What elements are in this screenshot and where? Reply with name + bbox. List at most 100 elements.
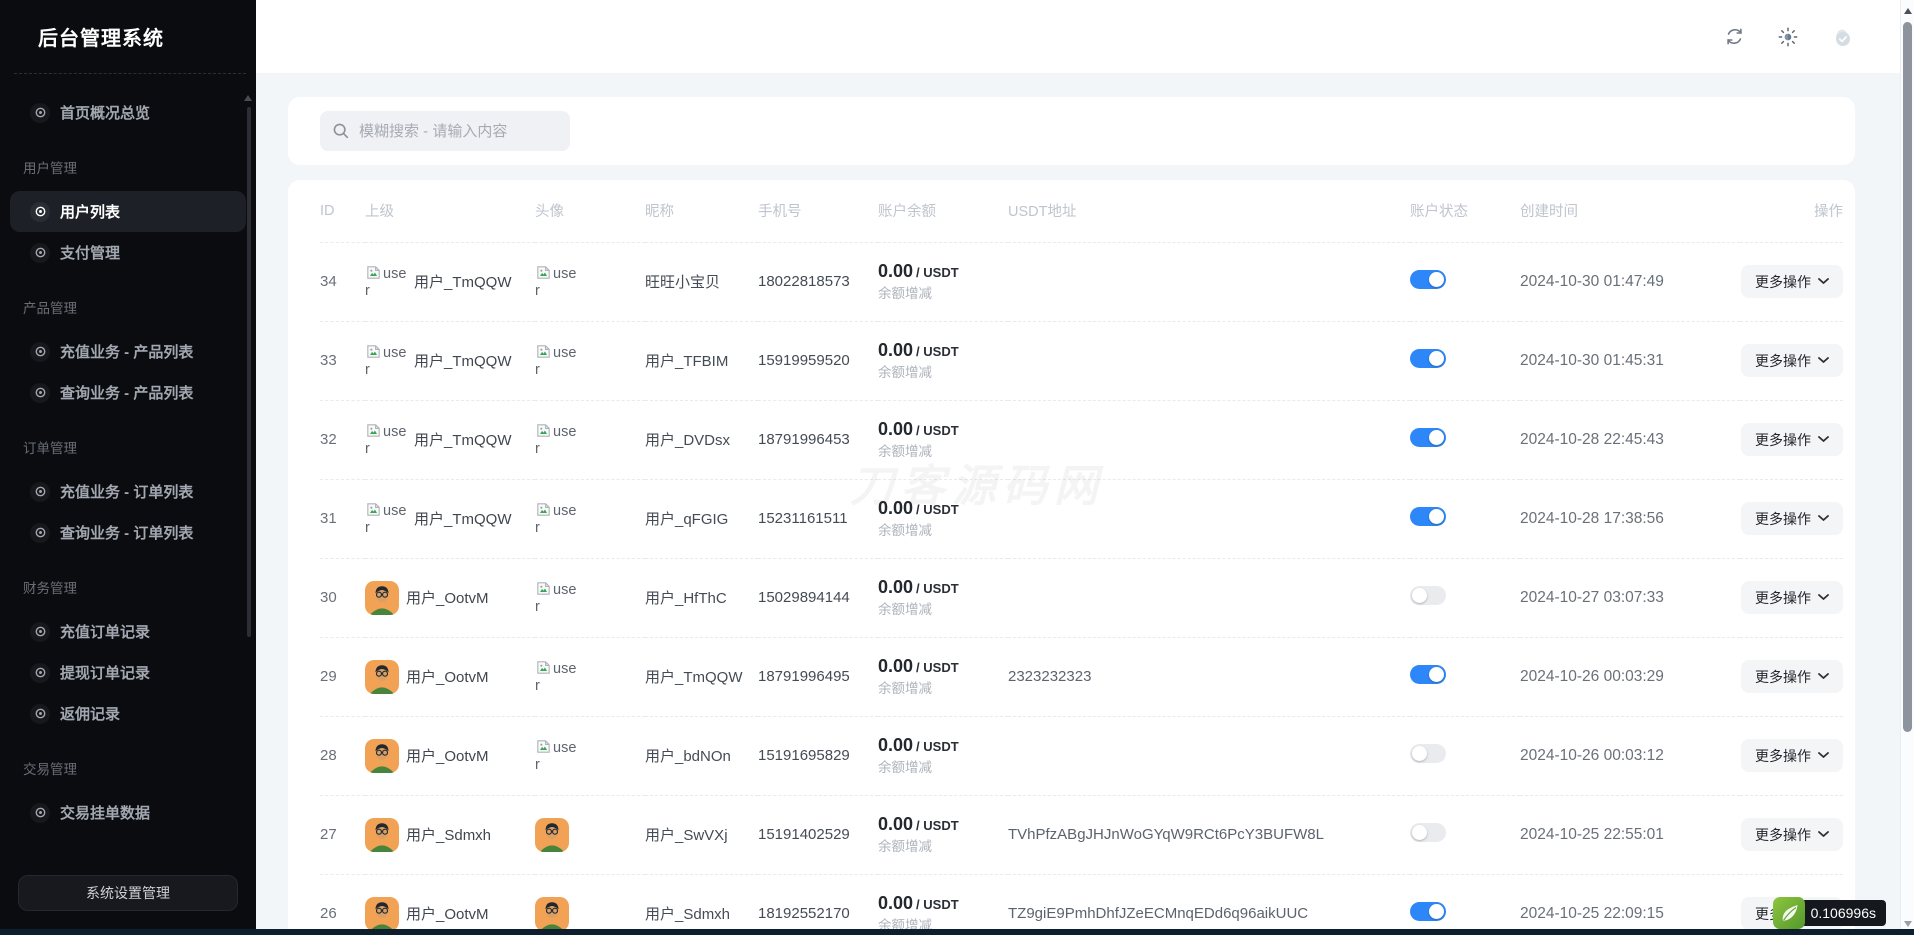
search-input[interactable] xyxy=(359,123,558,140)
user-avatar: user xyxy=(535,580,645,615)
balance-adjust-link[interactable]: 余额增减 xyxy=(878,363,1008,382)
broken-image-icon: user xyxy=(535,343,577,378)
toggle-knob xyxy=(1429,430,1444,445)
balance-unit: / USDT xyxy=(916,739,959,754)
sidebar-item[interactable]: 提现订单记录 xyxy=(0,652,256,693)
balance-adjust-link[interactable]: 余额增减 xyxy=(878,758,1008,777)
sidebar-item-label: 交易挂单数据 xyxy=(60,802,150,823)
balance-adjust-link[interactable]: 余额增减 xyxy=(878,837,1008,856)
cell-balance: 0.00 xyxy=(878,419,913,439)
sidebar-item[interactable]: 返佣记录 xyxy=(0,693,256,734)
scroll-up-arrow[interactable] xyxy=(1904,8,1912,14)
cell-balance: 0.00 xyxy=(878,656,913,676)
broken-image-icon: user xyxy=(365,501,407,536)
sidebar-item[interactable]: 充值订单记录 xyxy=(0,611,256,652)
col-header-usdt-address: USDT地址 xyxy=(1008,180,1410,242)
broken-image-icon: user xyxy=(535,501,577,536)
more-actions-button[interactable]: 更多操作 xyxy=(1741,344,1843,377)
sidebar-item[interactable]: 查询业务 - 订单列表 xyxy=(0,512,256,553)
parent-avatar: user xyxy=(365,343,407,378)
cell-balance: 0.00 xyxy=(878,577,913,597)
sidebar-item[interactable]: 交易挂单数据 xyxy=(0,792,256,833)
more-actions-button[interactable]: 更多操作 xyxy=(1741,423,1843,456)
cell-created-at: 2024-10-30 01:47:49 xyxy=(1520,242,1740,321)
account-status-toggle[interactable] xyxy=(1410,507,1446,526)
broken-image-icon: user xyxy=(535,422,577,457)
user-avatar-image xyxy=(535,818,645,852)
table-row: 28 user xyxy=(320,716,1843,795)
sidebar-item[interactable]: 充值业务 - 订单列表 xyxy=(0,471,256,512)
balance-unit: / USDT xyxy=(916,897,959,912)
balance-adjust-link[interactable]: 余额增减 xyxy=(878,284,1008,303)
user-avatar-image xyxy=(365,818,399,852)
balance-adjust-link[interactable]: 余额增减 xyxy=(878,442,1008,461)
balance-adjust-link[interactable]: 余额增减 xyxy=(878,600,1008,619)
table-row: 27 user xyxy=(320,795,1843,874)
status-check-icon[interactable] xyxy=(1830,25,1854,49)
balance-adjust-link[interactable]: 余额增减 xyxy=(878,521,1008,540)
cell-parent-name: 用户_Sdmxh xyxy=(406,824,491,845)
cell-nickname: 用户_SwVXj xyxy=(645,795,758,874)
system-settings-button[interactable]: 系统设置管理 xyxy=(18,875,238,911)
more-actions-button[interactable]: 更多操作 xyxy=(1741,818,1843,851)
account-status-toggle[interactable] xyxy=(1410,823,1446,842)
broken-image-icon: user xyxy=(365,343,407,378)
plugin-leaf-icon[interactable] xyxy=(1773,897,1805,929)
chevron-down-icon xyxy=(1818,278,1829,285)
cell-phone: 18791996453 xyxy=(758,400,878,479)
sidebar-scroll-up-arrow[interactable] xyxy=(244,95,252,101)
sidebar-item[interactable]: 查询业务 - 产品列表 xyxy=(0,372,256,413)
nav-group-label: 交易管理 xyxy=(0,760,256,780)
account-status-toggle[interactable] xyxy=(1410,902,1446,921)
user-table-body: 34 user xyxy=(320,242,1843,935)
sidebar-item-label: 用户列表 xyxy=(60,201,120,222)
chevron-down-icon xyxy=(1818,436,1829,443)
refresh-icon[interactable] xyxy=(1722,25,1746,49)
user-avatar-image xyxy=(365,581,399,615)
balance-adjust-link[interactable]: 余额增减 xyxy=(878,679,1008,698)
user-avatar: user xyxy=(535,897,645,931)
search-box xyxy=(320,111,570,151)
page-scrollbar[interactable] xyxy=(1900,0,1914,935)
bullseye-icon xyxy=(30,622,50,642)
balance-unit: / USDT xyxy=(916,502,959,517)
sidebar-item[interactable]: 支付管理 xyxy=(0,232,256,273)
parent-avatar: user xyxy=(365,581,399,615)
bullseye-icon xyxy=(30,202,50,222)
account-status-toggle[interactable] xyxy=(1410,665,1446,684)
cell-usdt-address xyxy=(1008,242,1410,321)
sidebar-item[interactable]: 用户列表 xyxy=(10,191,246,232)
sidebar-item[interactable]: 充值业务 - 产品列表 xyxy=(0,331,256,372)
toggle-knob xyxy=(1429,272,1444,287)
more-actions-button[interactable]: 更多操作 xyxy=(1741,739,1843,772)
more-actions-button[interactable]: 更多操作 xyxy=(1741,660,1843,693)
sidebar: 后台管理系统 首页概况总览 用户管理 用户列表 支付管理 产品管理 xyxy=(0,0,256,935)
theme-toggle-icon[interactable] xyxy=(1776,25,1800,49)
account-status-toggle[interactable] xyxy=(1410,349,1446,368)
cell-phone: 15191402529 xyxy=(758,795,878,874)
scroll-down-arrow[interactable] xyxy=(1904,921,1912,927)
account-status-toggle[interactable] xyxy=(1410,270,1446,289)
cell-parent-name: 用户_OotvM xyxy=(406,587,489,608)
col-header-avatar: 头像 xyxy=(535,180,645,242)
more-actions-label: 更多操作 xyxy=(1755,588,1811,608)
account-status-toggle[interactable] xyxy=(1410,586,1446,605)
sidebar-item[interactable]: 首页概况总览 xyxy=(0,92,256,133)
cell-balance: 0.00 xyxy=(878,498,913,518)
cell-id: 26 xyxy=(320,874,365,935)
account-status-toggle[interactable] xyxy=(1410,744,1446,763)
cell-parent-name: 用户_TmQQW xyxy=(414,350,512,371)
cell-balance: 0.00 xyxy=(878,261,913,281)
col-header-created: 创建时间 xyxy=(1520,180,1740,242)
more-actions-label: 更多操作 xyxy=(1755,825,1811,845)
user-avatar: user xyxy=(535,659,645,694)
more-actions-button[interactable]: 更多操作 xyxy=(1741,502,1843,535)
broken-image-icon: user xyxy=(365,264,407,299)
more-actions-button[interactable]: 更多操作 xyxy=(1741,265,1843,298)
col-header-nickname: 昵称 xyxy=(645,180,758,242)
scrollbar-thumb[interactable] xyxy=(1903,22,1912,732)
more-actions-button[interactable]: 更多操作 xyxy=(1741,581,1843,614)
account-status-toggle[interactable] xyxy=(1410,428,1446,447)
parent-avatar: user xyxy=(365,422,407,457)
sidebar-scrollbar-thumb[interactable] xyxy=(247,107,251,637)
